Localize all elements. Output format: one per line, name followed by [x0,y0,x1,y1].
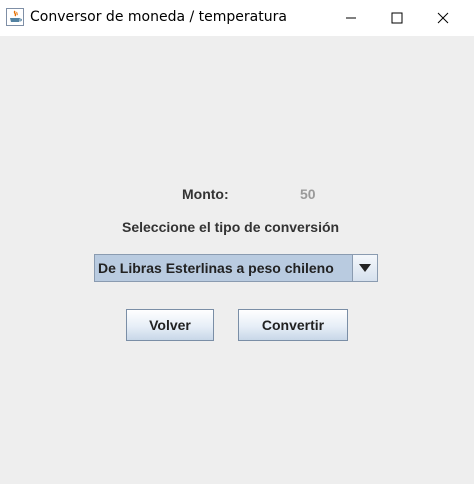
dropdown-toggle[interactable] [352,255,377,281]
maximize-button[interactable] [374,0,420,36]
close-button[interactable] [420,0,466,36]
convert-button[interactable]: Convertir [238,309,348,341]
close-icon [437,12,449,24]
amount-value: 50 [300,186,316,202]
back-button[interactable]: Volver [126,309,214,341]
conversion-selected-value: De Libras Esterlinas a peso chileno [98,260,334,276]
chevron-down-icon [359,264,371,272]
window-title: Conversor de moneda / temperatura [30,9,287,25]
minimize-icon [346,17,356,19]
app-window: Conversor de moneda / temperatura Monto:… [0,0,474,484]
conversion-type-select[interactable]: De Libras Esterlinas a peso chileno [94,254,378,282]
title-bar: Conversor de moneda / temperatura [0,0,474,36]
conversion-type-label: Seleccione el tipo de conversión [122,219,340,235]
amount-label: Monto: [182,186,229,202]
content-pane: Monto: 50 Seleccione el tipo de conversi… [0,36,474,484]
maximize-icon [391,12,403,24]
minimize-button[interactable] [328,0,374,36]
java-icon [6,8,24,26]
